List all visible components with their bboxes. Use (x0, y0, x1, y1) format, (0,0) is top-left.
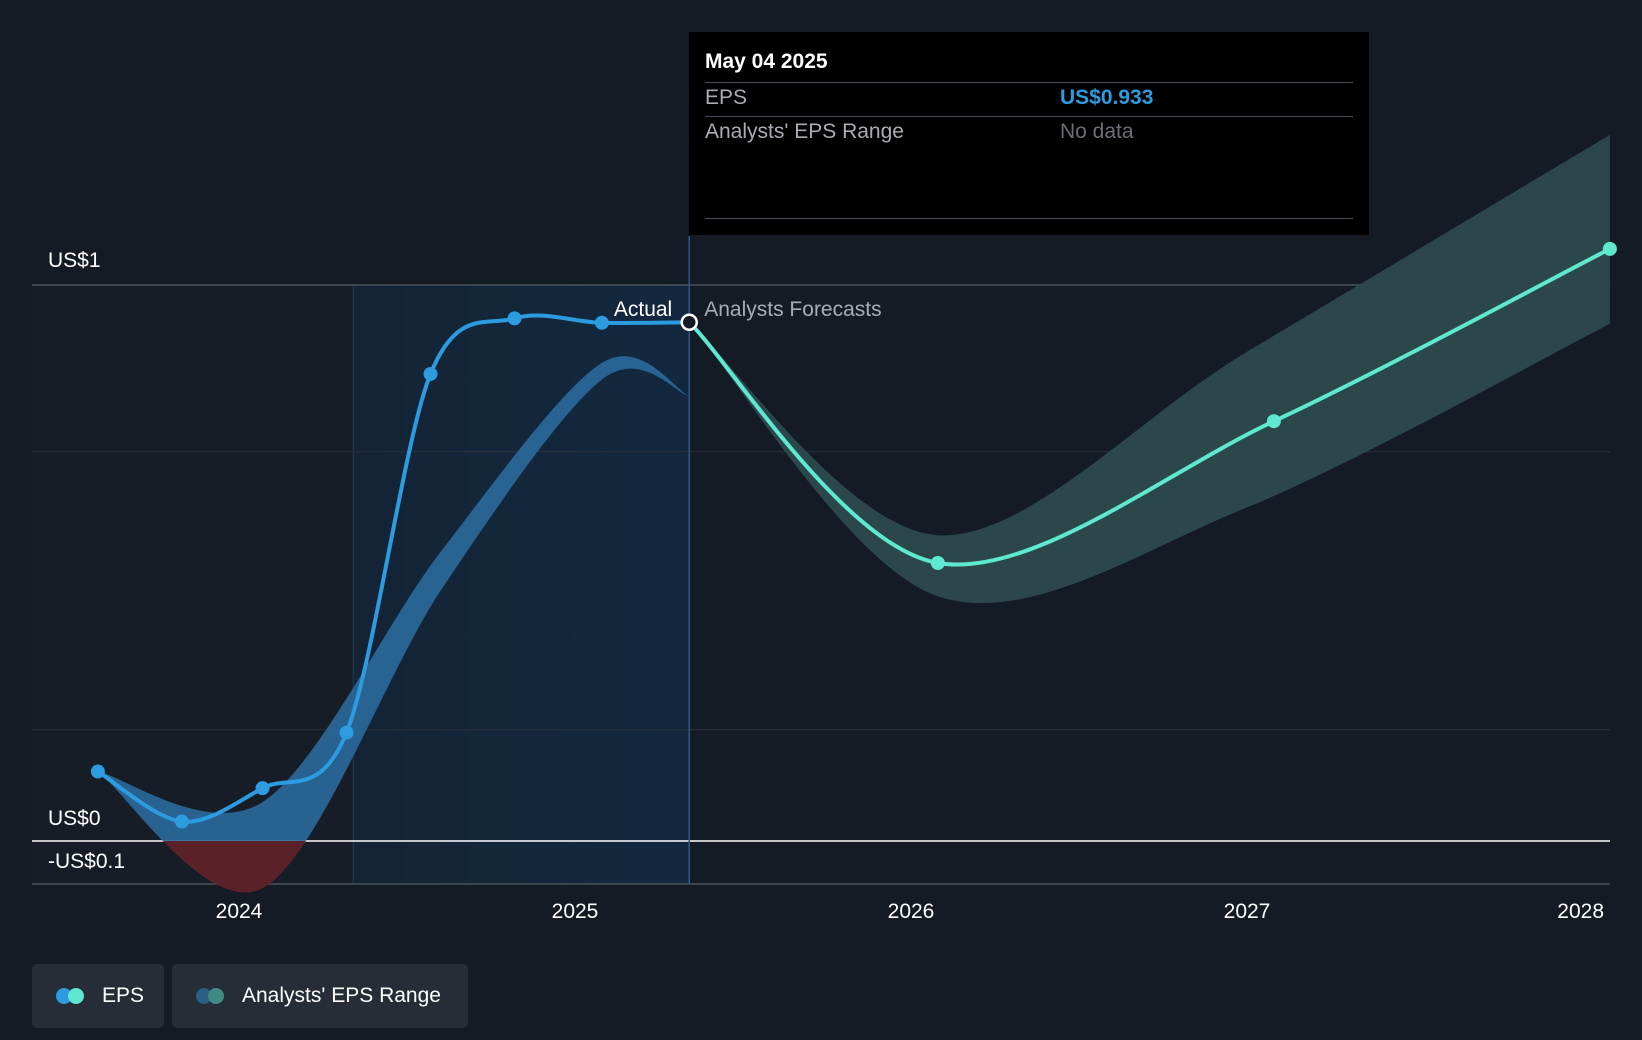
legend-label-eps: EPS (102, 984, 145, 1007)
eps-point (507, 311, 522, 326)
highlight-point (680, 313, 698, 332)
tooltip-date: May 04 2025 (705, 50, 828, 73)
eps-legend-icon (56, 988, 86, 1004)
x-tick-label: 2024 (216, 900, 263, 923)
tooltip-eps-value: US$0.933 (1060, 86, 1154, 109)
tooltip-eps-label: EPS (705, 86, 748, 109)
y-tick-label: -US$0.1 (48, 850, 125, 873)
range-legend-icon (196, 988, 226, 1004)
eps-forecast-point (1266, 414, 1281, 429)
legend-dot (68, 988, 84, 1004)
actual-shaded-region (353, 284, 690, 884)
x-tick-label: 2025 (552, 900, 599, 923)
forecast-label: Analysts Forecasts (704, 298, 881, 321)
y-tick-label: US$0 (48, 807, 101, 830)
tooltip-range-value: No data (1060, 120, 1134, 143)
x-tick-label: 2027 (1224, 900, 1271, 923)
y-tick-label: US$1 (48, 249, 101, 272)
eps-forecast-point (1602, 241, 1617, 256)
legend-dot (208, 988, 224, 1004)
eps-point (174, 814, 189, 829)
legend-label-analysts-range: Analysts' EPS Range (242, 984, 441, 1007)
tooltip-range-label: Analysts' EPS Range (705, 120, 904, 143)
tooltip: May 04 2025 EPS US$0.933 Analysts' EPS R… (689, 32, 1369, 235)
legend-item-eps[interactable]: EPS (32, 964, 164, 1028)
eps-point (594, 315, 609, 330)
tooltip-divider (705, 82, 1353, 83)
actual-label: Actual (614, 298, 672, 321)
tooltip-divider (705, 218, 1353, 219)
eps-point (90, 764, 105, 779)
x-tick-label: 2028 (1557, 900, 1604, 923)
eps-point (255, 781, 270, 796)
x-tick-label: 2026 (888, 900, 935, 923)
eps-point (423, 366, 438, 381)
tooltip-divider (705, 116, 1353, 117)
eps-point (339, 725, 354, 740)
eps-forecast-point (930, 556, 945, 570)
legend-item-analysts-range[interactable]: Analysts' EPS Range (172, 964, 468, 1028)
